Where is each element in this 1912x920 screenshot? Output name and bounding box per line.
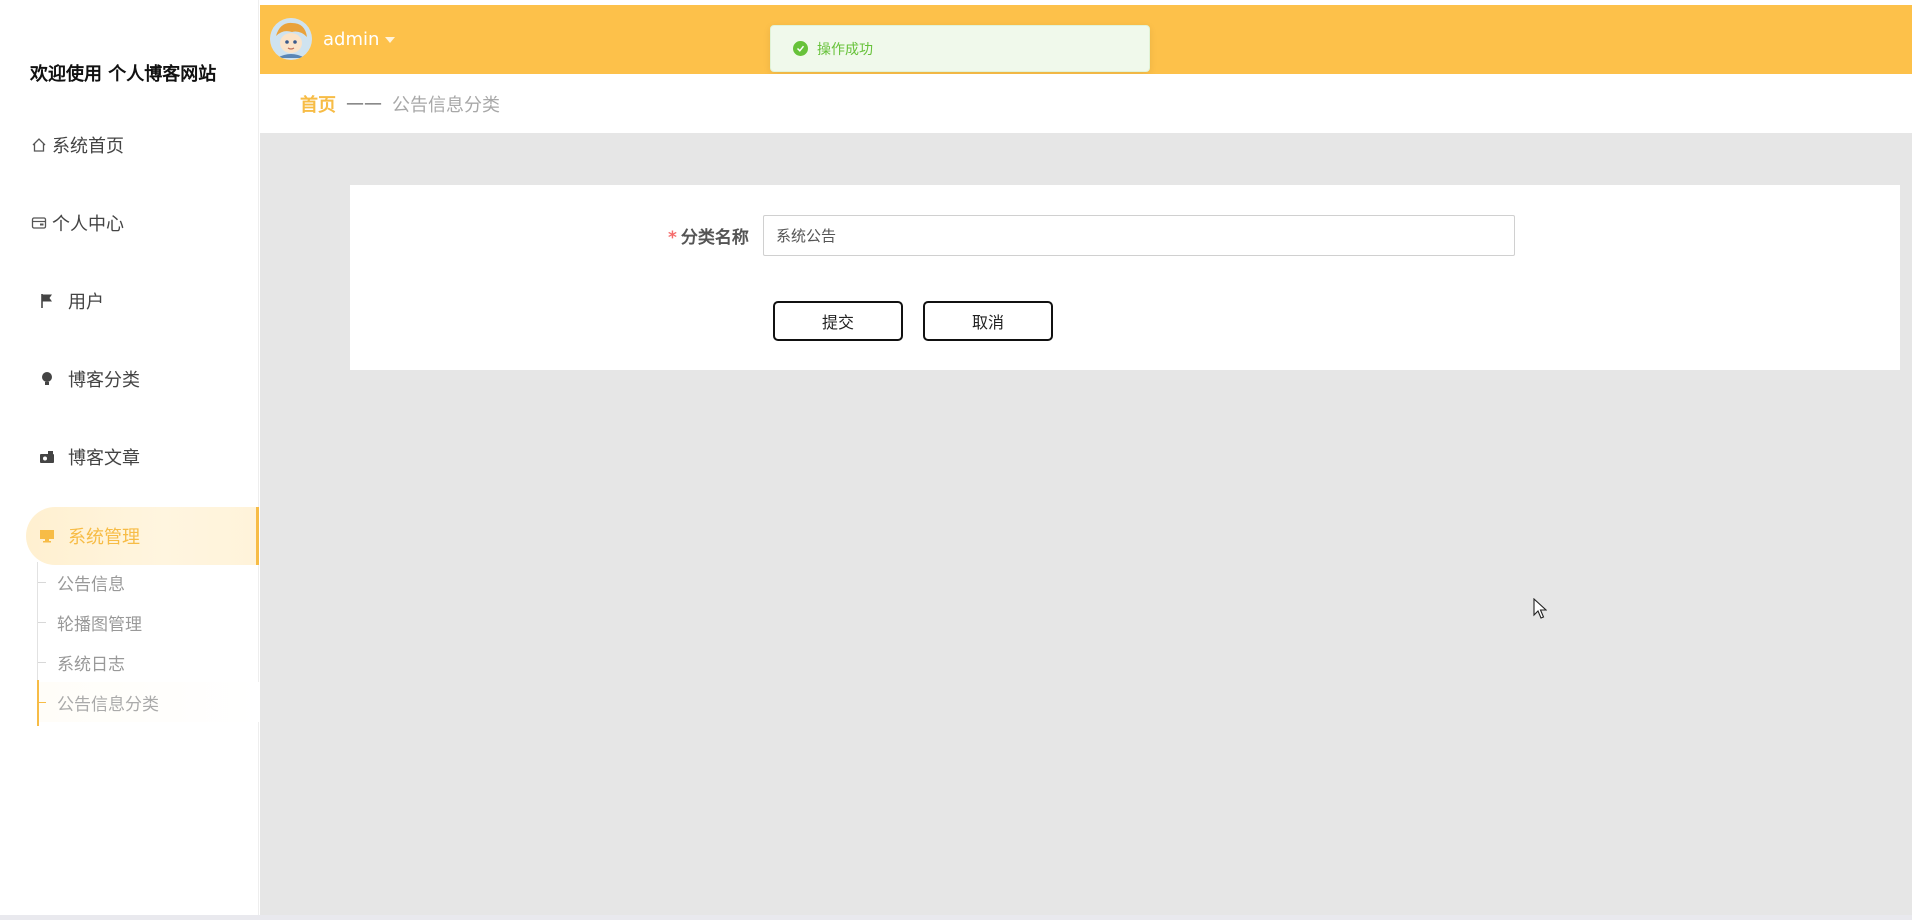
breadcrumb: 首页 —— 公告信息分类 <box>260 74 1912 134</box>
category-name-label-text: 分类名称 <box>680 228 749 248</box>
category-form: *分类名称 提交 取消 <box>350 185 1900 370</box>
category-name-label: * 分类名称 <box>668 223 749 248</box>
sidebar-item-system-management[interactable]: 系统管理 <box>26 507 259 565</box>
avatar[interactable] <box>270 18 312 60</box>
sidebar-item-users[interactable]: 用户 <box>0 272 259 330</box>
submenu-item-label: 公告信息分类 <box>57 694 159 715</box>
mouse-cursor-icon <box>1533 597 1548 624</box>
sidebar-item-label: 系统管理 <box>68 527 140 548</box>
tree-branch <box>38 701 46 703</box>
user-menu-dropdown[interactable]: admin <box>323 29 396 50</box>
sidebar-item-home[interactable]: 系统首页 <box>0 116 259 174</box>
submenu-system-management: 公告信息 轮播图管理 系统日志 公告信息分类 <box>37 562 260 726</box>
window-bottom-border <box>0 915 1912 920</box>
breadcrumb-separator: —— <box>346 93 382 114</box>
breadcrumb-current: 公告信息分类 <box>392 94 500 116</box>
sidebar: 欢迎使用 个人博客网站 系统首页 个人中心 用户 博客分类 博客文章 系统管理 … <box>0 0 260 915</box>
required-mark: * <box>668 228 677 248</box>
sidebar-item-blog-article[interactable]: 博客文章 <box>0 428 259 486</box>
submenu-item-notice-category[interactable]: 公告信息分类 <box>38 682 260 722</box>
tree-branch <box>38 621 46 623</box>
sidebar-item-label: 博客文章 <box>68 448 140 469</box>
sidebar-item-label: 用户 <box>68 292 104 313</box>
submenu-active-indicator <box>37 680 39 726</box>
tree-branch <box>38 581 46 583</box>
sidebar-item-label: 博客分类 <box>68 370 140 391</box>
toast-message: 操作成功 <box>817 41 873 58</box>
username-label: admin <box>323 29 380 50</box>
submenu-item-notice-info[interactable]: 公告信息 <box>38 562 260 602</box>
home-icon <box>30 136 48 154</box>
sidebar-item-blog-category[interactable]: 博客分类 <box>0 350 259 408</box>
check-circle-icon <box>793 41 808 56</box>
monitor-icon <box>38 527 56 545</box>
camera-icon <box>38 448 56 466</box>
cancel-button[interactable]: 取消 <box>923 301 1053 341</box>
wallet-icon <box>30 214 48 232</box>
submenu-item-label: 轮播图管理 <box>57 614 142 635</box>
flag-icon <box>38 292 56 310</box>
submenu-item-label: 公告信息 <box>57 574 125 595</box>
bulb-icon <box>38 370 56 388</box>
category-name-input[interactable] <box>763 215 1515 256</box>
submit-button[interactable]: 提交 <box>773 301 903 341</box>
app-root: 欢迎使用 个人博客网站 系统首页 个人中心 用户 博客分类 博客文章 系统管理 … <box>0 0 1912 920</box>
submenu-item-label: 系统日志 <box>57 654 125 675</box>
submenu-item-carousel[interactable]: 轮播图管理 <box>38 602 260 642</box>
sidebar-item-label: 系统首页 <box>52 136 124 157</box>
success-toast: 操作成功 <box>770 25 1150 72</box>
submenu-item-system-log[interactable]: 系统日志 <box>38 642 260 682</box>
breadcrumb-home[interactable]: 首页 <box>300 91 336 117</box>
tree-branch <box>38 661 46 663</box>
sidebar-item-label: 个人中心 <box>52 214 124 235</box>
sidebar-title: 欢迎使用 个人博客网站 <box>30 64 217 85</box>
sidebar-item-personal-center[interactable]: 个人中心 <box>0 194 259 252</box>
caret-down-icon <box>385 36 396 43</box>
main-content: *分类名称 提交 取消 <box>260 134 1912 915</box>
